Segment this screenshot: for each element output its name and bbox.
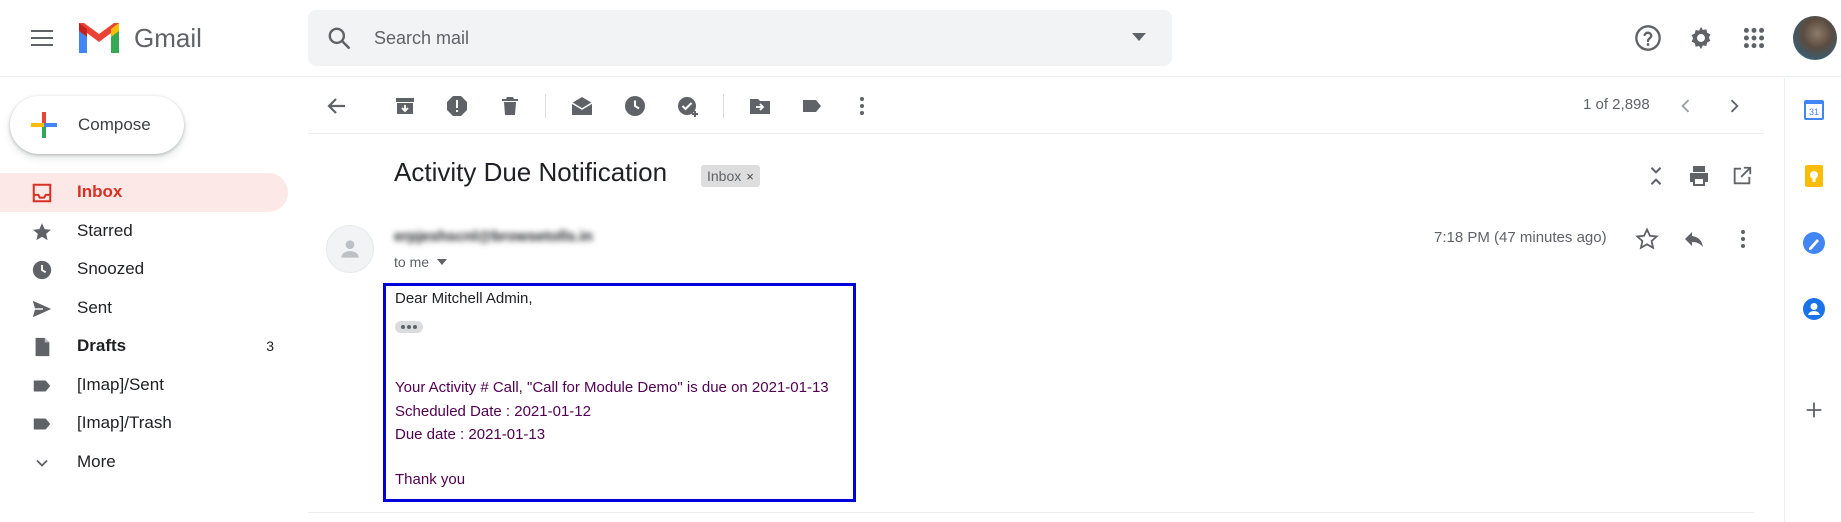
next-icon[interactable] xyxy=(1722,94,1746,118)
collapse-all-icon[interactable] xyxy=(1642,162,1670,190)
sidebar-item-more[interactable]: More xyxy=(0,443,288,482)
plus-icon xyxy=(31,112,57,138)
show-details-icon[interactable] xyxy=(437,259,448,265)
report-spam-icon[interactable] xyxy=(443,92,471,120)
sidebar-item-label: Drafts xyxy=(77,336,127,356)
message-timestamp: 7:18 PM (47 minutes ago) xyxy=(1434,229,1607,246)
sidebar-item-imap-sent[interactable]: [Imap]/Sent xyxy=(0,366,288,405)
body-line: Your Activity # Call, "Call for Module D… xyxy=(395,379,829,396)
toolbar-divider xyxy=(723,94,724,118)
side-panel: 31 xyxy=(1784,78,1841,522)
sidebar-item-label: Starred xyxy=(77,220,133,240)
more-vert-icon[interactable] xyxy=(848,92,876,120)
label-chip-text: Inbox xyxy=(707,168,742,184)
message-body: Dear Mitchell Admin, Your Activity # Cal… xyxy=(383,283,856,502)
search-options-icon[interactable] xyxy=(1132,33,1146,41)
help-icon[interactable] xyxy=(1632,22,1664,54)
draft-icon xyxy=(30,335,54,359)
print-icon[interactable] xyxy=(1685,162,1713,190)
keep-icon[interactable] xyxy=(1802,164,1826,188)
gmail-m-icon xyxy=(79,23,119,53)
sidebar-item-drafts[interactable]: Drafts 3 xyxy=(0,327,288,366)
move-to-icon[interactable] xyxy=(746,92,774,120)
message-more-icon[interactable] xyxy=(1729,225,1757,253)
recipient-text: to me xyxy=(394,254,430,270)
email-subject: Activity Due Notification xyxy=(394,157,668,187)
sidebar-item-label: [Imap]/Sent xyxy=(77,374,164,394)
search-icon[interactable] xyxy=(326,25,352,51)
archive-icon[interactable] xyxy=(391,92,419,120)
star-icon[interactable] xyxy=(1633,225,1661,253)
sender-email[interactable]: erpjeshscnl@browsetolls.in xyxy=(394,228,593,245)
compose-button[interactable]: Compose xyxy=(10,96,184,154)
label-icon xyxy=(30,374,54,398)
top-bar: Gmail xyxy=(0,0,1841,77)
sidebar-item-label: Snoozed xyxy=(77,259,145,279)
sidebar-item-sent[interactable]: Sent xyxy=(0,289,288,328)
person-icon xyxy=(341,240,359,258)
recipients: to me xyxy=(394,254,448,270)
tasks-icon[interactable] xyxy=(1802,231,1826,255)
label-icon xyxy=(30,412,54,436)
search-input[interactable] xyxy=(374,22,1074,54)
sidebar-item-label: Sent xyxy=(77,297,112,317)
contacts-icon[interactable] xyxy=(1802,297,1826,321)
snooze-icon[interactable] xyxy=(621,92,649,120)
body-line: Due date : 2021-01-13 xyxy=(395,426,546,443)
add-task-icon[interactable] xyxy=(674,92,702,120)
sidebar-item-label: More xyxy=(77,451,116,471)
calendar-icon[interactable]: 31 xyxy=(1802,98,1826,122)
sidebar-item-imap-trash[interactable]: [Imap]/Trash xyxy=(0,404,288,443)
mark-unread-icon[interactable] xyxy=(568,92,596,120)
remove-label-icon[interactable]: × xyxy=(746,169,754,184)
sidebar-item-starred[interactable]: Starred xyxy=(0,212,288,251)
body-greeting: Dear Mitchell Admin, xyxy=(395,290,533,307)
search-bar[interactable] xyxy=(308,10,1172,66)
clock-icon xyxy=(30,258,54,282)
sidebar-item-label: [Imap]/Trash xyxy=(77,413,172,433)
sidebar-item-label: Inbox xyxy=(77,182,123,202)
inbox-label-chip[interactable]: Inbox × xyxy=(701,165,760,187)
settings-gear-icon[interactable] xyxy=(1685,22,1717,54)
svg-text:31: 31 xyxy=(1809,107,1819,117)
drafts-count: 3 xyxy=(266,338,274,355)
gmail-logo[interactable]: Gmail xyxy=(76,18,202,58)
sidebar-item-inbox[interactable]: Inbox xyxy=(0,173,288,212)
apps-grid-icon[interactable] xyxy=(1738,22,1770,54)
back-icon[interactable] xyxy=(323,92,351,120)
body-line: Thank you xyxy=(395,471,466,488)
delete-icon[interactable] xyxy=(496,92,524,120)
logo-text: Gmail xyxy=(134,22,202,53)
message-toolbar: 1 of 2,898 xyxy=(308,78,1764,134)
open-new-window-icon[interactable] xyxy=(1728,162,1756,190)
main-menu-icon[interactable] xyxy=(23,22,63,54)
divider xyxy=(308,512,1754,513)
prev-icon[interactable] xyxy=(1674,94,1698,118)
inbox-icon xyxy=(30,181,54,205)
reply-icon[interactable] xyxy=(1680,225,1708,253)
chevron-down-icon xyxy=(30,451,54,475)
label-icon[interactable] xyxy=(798,92,826,120)
add-addon-icon[interactable] xyxy=(1802,398,1826,422)
gmail-window: Gmail Search mail Compose Inbox Starred … xyxy=(0,0,1841,522)
send-icon xyxy=(30,297,54,321)
pager-text: 1 of 2,898 xyxy=(1583,96,1650,113)
compose-label: Compose xyxy=(78,115,151,134)
star-icon xyxy=(30,220,54,244)
sidebar-item-snoozed[interactable]: Snoozed xyxy=(0,250,288,289)
sidebar-nav: Inbox Starred Snoozed Sent Drafts 3 [Ima… xyxy=(0,173,288,481)
show-trimmed-content-icon[interactable] xyxy=(395,321,423,333)
sender-avatar[interactable] xyxy=(326,225,374,273)
account-avatar[interactable] xyxy=(1793,16,1837,60)
toolbar-divider xyxy=(545,94,546,118)
body-line: Scheduled Date : 2021-01-12 xyxy=(395,403,591,420)
